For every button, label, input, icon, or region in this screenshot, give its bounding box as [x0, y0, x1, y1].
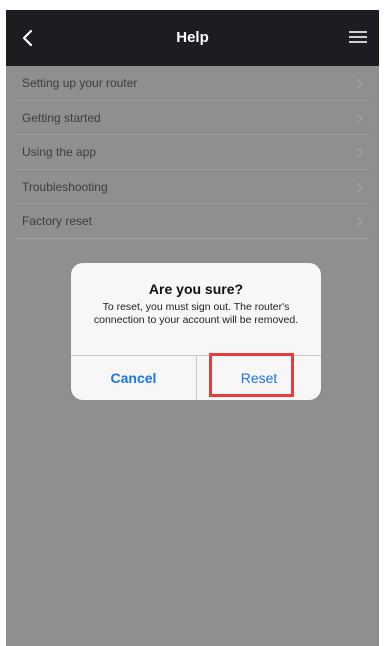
confirm-reset-dialog: Are you sure? To reset, you must sign ou…: [71, 263, 321, 400]
dialog-title: Are you sure?: [148, 281, 244, 297]
chevron-right-icon: [356, 182, 363, 192]
chevron-right-icon: [356, 147, 363, 158]
help-item-troubleshooting[interactable]: Troubleshooting: [16, 170, 369, 204]
dialog-message: To reset, you must sign out. The router'…: [93, 301, 299, 326]
chevron-right-icon: [356, 216, 363, 227]
chevron-right-icon: [356, 113, 363, 123]
help-item-factory-reset[interactable]: Factory reset: [16, 204, 369, 239]
menu-button[interactable]: [349, 30, 367, 44]
help-item-using-app[interactable]: Using the app: [16, 135, 369, 170]
reset-button[interactable]: Reset: [197, 356, 321, 400]
page-title: Help: [176, 29, 209, 46]
back-button[interactable]: [18, 26, 40, 50]
help-topics-list: Setting up your router Getting started U…: [6, 66, 379, 239]
hamburger-menu-icon: [349, 31, 367, 43]
app-header: Help: [6, 10, 379, 66]
help-item-label: Setting up your router: [22, 76, 138, 90]
help-item-setting-up-router[interactable]: Setting up your router: [16, 66, 369, 101]
chevron-right-icon: [356, 78, 363, 89]
phone-screen: Help Setting up your router Getting star…: [6, 10, 379, 646]
cancel-button[interactable]: Cancel: [71, 356, 196, 400]
chevron-left-icon: [22, 29, 33, 47]
help-item-label: Troubleshooting: [22, 179, 108, 194]
help-item-getting-started[interactable]: Getting started: [16, 101, 369, 135]
help-item-label: Factory reset: [22, 214, 93, 228]
help-item-label: Getting started: [22, 110, 101, 125]
help-item-label: Using the app: [22, 145, 97, 159]
